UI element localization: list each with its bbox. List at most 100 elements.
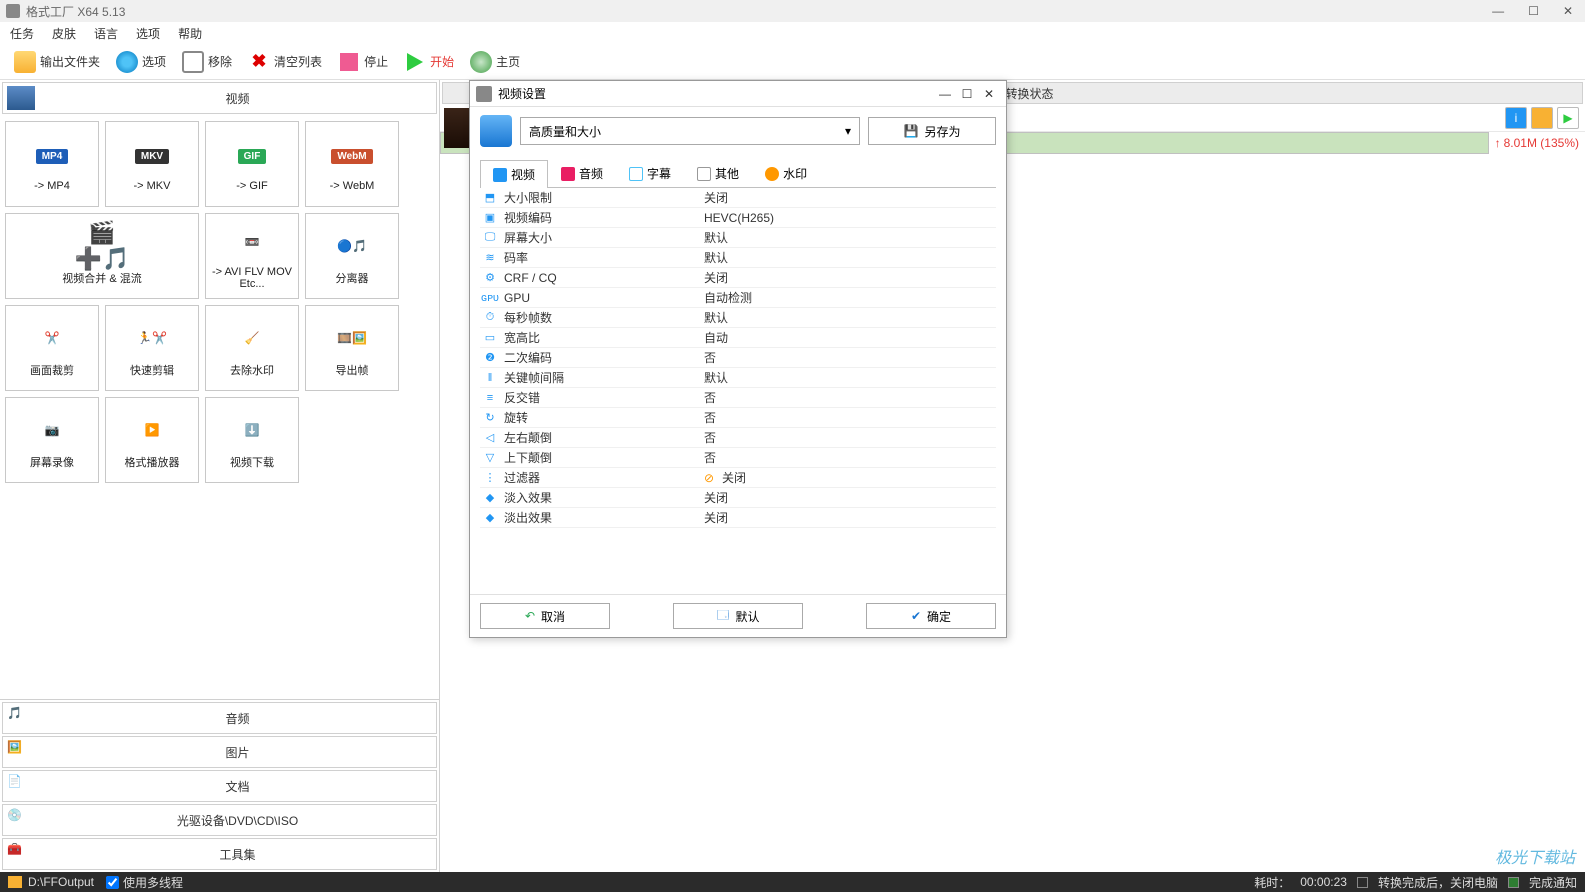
tab-video[interactable]: 视频 [480, 160, 548, 188]
property-row[interactable]: ❷二次编码否 [480, 348, 996, 368]
multithread-checkbox[interactable] [106, 876, 119, 889]
tile-crop[interactable]: ✂️画面裁剪 [5, 305, 99, 391]
dialog-maximize[interactable]: ☐ [956, 87, 978, 101]
category-picture[interactable]: 🖼️图片 [2, 736, 437, 768]
tab-audio[interactable]: 音频 [548, 159, 616, 187]
property-row[interactable]: ⚙CRF / CQ关闭 [480, 268, 996, 288]
tile-mkv[interactable]: MKV-> MKV [105, 121, 199, 207]
prop-icon: ⋮ [480, 471, 500, 484]
tile-webm[interactable]: WebM-> WebM [305, 121, 399, 207]
menu-help[interactable]: 帮助 [178, 25, 202, 42]
ok-button[interactable]: ✔确定 [866, 603, 996, 629]
menu-option[interactable]: 选项 [136, 25, 160, 42]
info-icon[interactable]: i [1505, 107, 1527, 129]
prop-icon: ⚙ [480, 271, 500, 284]
play-icon [404, 51, 426, 73]
property-row[interactable]: ↻旋转否 [480, 408, 996, 428]
property-row[interactable]: 🖵屏幕大小默认 [480, 228, 996, 248]
options-button[interactable]: 选项 [110, 49, 172, 75]
tab-other[interactable]: 其他 [684, 159, 752, 187]
property-row[interactable]: ≡反交错否 [480, 388, 996, 408]
property-row[interactable]: ⋮过滤器⊘关闭 [480, 468, 996, 488]
tile-dewatermark[interactable]: 🧹去除水印 [205, 305, 299, 391]
output-size: ↑8.01M (135%) [1489, 136, 1585, 150]
prop-key: 屏幕大小 [500, 229, 700, 246]
property-row[interactable]: ◆淡入效果关闭 [480, 488, 996, 508]
property-row[interactable]: ▭宽高比自动 [480, 328, 996, 348]
prop-key: 左右颠倒 [500, 429, 700, 446]
prop-key: 过滤器 [500, 469, 700, 486]
category-audio[interactable]: 🎵音频 [2, 702, 437, 734]
prop-key: 视频编码 [500, 209, 700, 226]
menu-lang[interactable]: 语言 [94, 25, 118, 42]
close-button[interactable]: ✕ [1557, 4, 1579, 18]
menu-task[interactable]: 任务 [10, 25, 34, 42]
folder-icon [14, 51, 36, 73]
remove-button[interactable]: 移除 [176, 49, 238, 75]
tile-export-frame[interactable]: 🎞️🖼️导出帧 [305, 305, 399, 391]
property-row[interactable]: ⬒大小限制关闭 [480, 188, 996, 208]
stop-button[interactable]: 停止 [332, 49, 394, 75]
output-path[interactable]: D:\FFOutput [28, 875, 94, 889]
tab-subtitle[interactable]: 字幕 [616, 159, 684, 187]
tile-mp4[interactable]: MP4-> MP4 [5, 121, 99, 207]
prop-key: CRF / CQ [500, 271, 700, 285]
property-row[interactable]: ◁左右颠倒否 [480, 428, 996, 448]
gear-icon [116, 51, 138, 73]
tile-splitter[interactable]: 🔵🎵分离器 [305, 213, 399, 299]
home-button[interactable]: 主页 [464, 49, 526, 75]
dialog-close[interactable]: ✕ [978, 87, 1000, 101]
category-disc[interactable]: 💿光驱设备\DVD\CD\ISO [2, 804, 437, 836]
notify-checkbox[interactable] [1508, 877, 1519, 888]
output-folder-button[interactable]: 输出文件夹 [8, 49, 106, 75]
shutdown-checkbox[interactable] [1357, 877, 1368, 888]
folder-icon[interactable] [8, 876, 22, 888]
property-row[interactable]: ▽上下颠倒否 [480, 448, 996, 468]
tile-quickcut[interactable]: 🏃✂️快速剪辑 [105, 305, 199, 391]
property-row[interactable]: ◆淡出效果关闭 [480, 508, 996, 528]
menu-skin[interactable]: 皮肤 [52, 25, 76, 42]
tile-screen-record[interactable]: 📷屏幕录像 [5, 397, 99, 483]
prop-key: 淡入效果 [500, 489, 700, 506]
cancel-button[interactable]: ↶取消 [480, 603, 610, 629]
property-row[interactable]: ≋码率默认 [480, 248, 996, 268]
category-document[interactable]: 📄文档 [2, 770, 437, 802]
category-video[interactable]: 视频 [2, 82, 437, 114]
audio-icon [561, 167, 575, 181]
property-row[interactable]: ⏱每秒帧数默认 [480, 308, 996, 328]
property-row[interactable]: ‖关键帧间隔默认 [480, 368, 996, 388]
save-as-button[interactable]: 💾另存为 [868, 117, 996, 145]
dialog-minimize[interactable]: — [934, 87, 956, 101]
tile-player[interactable]: ▶️格式播放器 [105, 397, 199, 483]
minimize-button[interactable]: — [1486, 4, 1510, 18]
tile-download[interactable]: ⬇️视频下载 [205, 397, 299, 483]
property-row[interactable]: ▣视频编码HEVC(H265) [480, 208, 996, 228]
maximize-button[interactable]: ☐ [1522, 4, 1545, 18]
tab-watermark[interactable]: 水印 [752, 159, 820, 187]
prop-key: 淡出效果 [500, 509, 700, 526]
property-row[interactable]: ɢᴘᴜGPU自动检测 [480, 288, 996, 308]
prop-value: 关闭 [700, 509, 996, 526]
video-settings-dialog: 视频设置 — ☐ ✕ 高质量和大小▾ 💾另存为 视频 音频 字幕 其他 水印 ⬒… [469, 80, 1007, 638]
prop-value: 默认 [700, 249, 996, 266]
tile-avi[interactable]: 📼-> AVI FLV MOV Etc... [205, 213, 299, 299]
elapsed-time: 00:00:23 [1300, 875, 1347, 889]
tile-merge[interactable]: 🎬➕🎵视频合并 & 混流 [5, 213, 199, 299]
site-watermark: 极光下载站 [1495, 844, 1575, 868]
prop-icon: ⏱ [480, 311, 500, 324]
preset-select[interactable]: 高质量和大小▾ [520, 117, 860, 145]
shutdown-label: 转换完成后，关闭电脑 [1378, 874, 1498, 891]
prop-value: 关闭 [700, 269, 996, 286]
default-button[interactable]: 🗔默认 [673, 603, 803, 629]
preset-icon [480, 115, 512, 147]
open-folder-icon[interactable] [1531, 107, 1553, 129]
prop-value: 默认 [700, 309, 996, 326]
title-bar: 格式工厂 X64 5.13 — ☐ ✕ [0, 0, 1585, 22]
tile-gif[interactable]: GIF-> GIF [205, 121, 299, 207]
prop-icon: 🖵 [480, 231, 500, 244]
play-result-icon[interactable]: ▶ [1557, 107, 1579, 129]
start-button[interactable]: 开始 [398, 49, 460, 75]
clear-button[interactable]: ✖清空列表 [242, 49, 328, 75]
category-tools[interactable]: 🧰工具集 [2, 838, 437, 870]
toolbar: 输出文件夹 选项 移除 ✖清空列表 停止 开始 主页 [0, 44, 1585, 80]
